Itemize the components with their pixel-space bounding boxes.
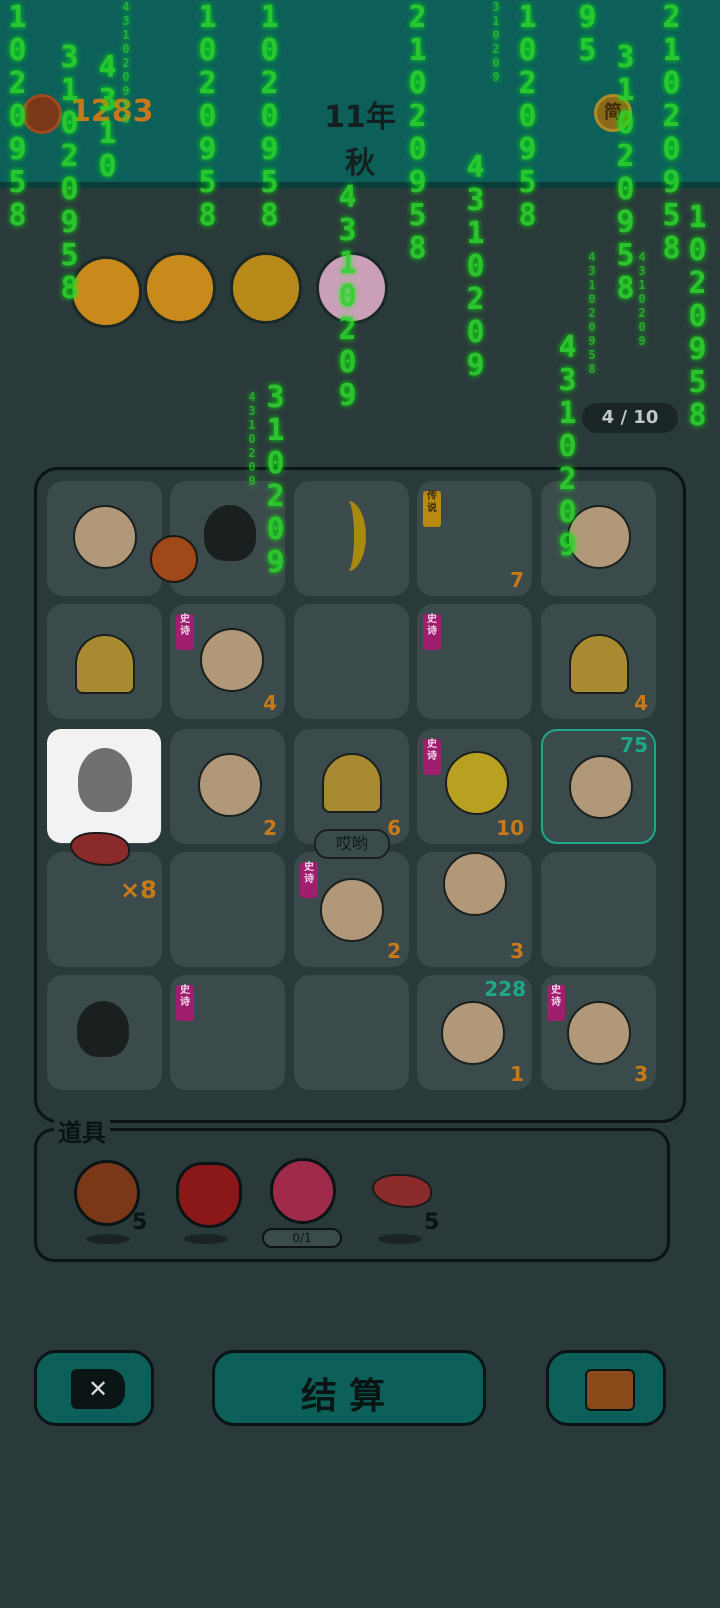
target-uses: 0/1 (262, 1228, 342, 1248)
season-label: 秋 (345, 146, 375, 181)
epic-tag: 史诗 (423, 739, 441, 775)
multiplier-label: ×8 (120, 876, 157, 904)
cat-icon (322, 753, 382, 813)
board-cell-1[interactable] (47, 481, 162, 596)
board-cell-23[interactable] (294, 975, 409, 1090)
cell-count: 4 (263, 691, 277, 715)
strawberry-icon[interactable] (176, 1162, 242, 1228)
rain-column: 1020958 (680, 200, 715, 431)
girl-icon (200, 628, 264, 692)
target-icon[interactable] (270, 1158, 336, 1224)
tool-count: 5 (424, 1210, 440, 1235)
board-cell-25[interactable]: 史诗 3 (541, 975, 656, 1090)
thief-icon (441, 1001, 505, 1065)
tool-shadow (378, 1234, 422, 1244)
cell-count: 2 (263, 816, 277, 840)
epic-tag: 史诗 (423, 614, 441, 650)
speech-bubble: 哎哟 (314, 829, 390, 859)
bonus-badge-2[interactable] (144, 252, 216, 324)
cell-count: 7 (510, 568, 524, 592)
board-cell-16[interactable] (47, 852, 162, 967)
cat-icon (75, 634, 135, 694)
board-cell-22[interactable]: 史诗 (170, 975, 285, 1090)
cell-count: 3 (510, 939, 524, 963)
legend-tag: 传说 (423, 491, 441, 527)
board-cell-17[interactable] (170, 852, 285, 967)
cell-count: 3 (634, 1062, 648, 1086)
trash-bag-icon (204, 505, 256, 561)
board-cell-15[interactable]: 75 (541, 729, 656, 844)
board-cell-4[interactable]: 传说 7 (417, 481, 532, 596)
cell-count: 10 (496, 816, 524, 840)
thief-icon (569, 755, 633, 819)
epic-tag: 史诗 (300, 862, 318, 898)
coin-tool-icon[interactable] (74, 1160, 140, 1226)
round-progress: 4 / 10 (582, 403, 678, 433)
bonus-badge-1[interactable] (70, 256, 142, 328)
rain-column: 4310209 (635, 250, 649, 348)
board-cell-8[interactable] (294, 604, 409, 719)
board-cell-9[interactable]: 史诗 (417, 604, 532, 719)
top-bar-edge (0, 182, 720, 188)
epic-tag: 史诗 (176, 614, 194, 650)
cell-count: 1 (510, 1062, 524, 1086)
tool-shadow (184, 1234, 228, 1244)
cell-count: 6 (387, 816, 401, 840)
bonus-badge-4[interactable] (316, 252, 388, 324)
cell-count: 4 (634, 691, 648, 715)
coin-icon (22, 94, 62, 134)
board-cell-24[interactable]: 228 1 (417, 975, 532, 1090)
board-cell-2[interactable] (150, 481, 285, 596)
grandpa-icon (73, 505, 137, 569)
trash-bag-icon (77, 1001, 129, 1057)
bag-button[interactable] (546, 1350, 666, 1426)
board-cell-20[interactable] (541, 852, 656, 967)
trash-bag-icon (78, 748, 132, 812)
game-screen: 1283 11年 秋 简 4 / 10 传说 7 史诗 4 史诗 4 2 6 史… (0, 0, 720, 1608)
board-cell-10[interactable]: 4 (541, 604, 656, 719)
epic-tag: 史诗 (176, 985, 194, 1021)
coin-amount: 1283 (70, 94, 154, 129)
professor-icon (320, 878, 384, 942)
banana-icon (330, 501, 366, 571)
cell-count: 2 (387, 939, 401, 963)
ball-face-icon (443, 852, 507, 916)
board-cell-21[interactable] (47, 975, 162, 1090)
quit-button[interactable]: ✕ (34, 1350, 154, 1426)
board-cell-5[interactable] (541, 481, 656, 596)
cell-bonus-value: 228 (484, 977, 526, 1001)
board-cell-7[interactable]: 史诗 4 (170, 604, 285, 719)
board-cell-19[interactable]: 3 (417, 852, 532, 967)
cell-bonus-value: 75 (620, 733, 648, 757)
board-cell-18[interactable]: 史诗 2 (294, 852, 409, 967)
settle-label: 结算 (300, 1376, 397, 1417)
board-cell-3[interactable] (294, 481, 409, 596)
year-label: 11年 (324, 100, 396, 135)
old-man-icon (567, 505, 631, 569)
tools-label: 道具 (54, 1113, 110, 1148)
tool-shadow (86, 1234, 130, 1244)
lovestruck-face-icon (198, 753, 262, 817)
mode-button[interactable]: 简 (594, 94, 632, 132)
settle-button[interactable]: 结算 (212, 1350, 486, 1426)
tool-count: 5 (132, 1210, 148, 1235)
briefcase-icon (585, 1369, 635, 1411)
board-cell-6[interactable] (47, 604, 162, 719)
yellow-face-icon (445, 751, 509, 815)
close-icon: ✕ (71, 1369, 125, 1409)
rain-column: 431020958 (585, 250, 599, 376)
masked-man-icon (567, 1001, 631, 1065)
cat-icon (569, 634, 629, 694)
bonus-badge-3[interactable] (230, 252, 302, 324)
board-cell-12[interactable]: 2 (170, 729, 285, 844)
board-cell-13[interactable]: 6 (294, 729, 409, 844)
basketball-icon (150, 535, 198, 583)
epic-tag: 史诗 (547, 985, 565, 1021)
board-cell-14[interactable]: 史诗 10 (417, 729, 532, 844)
